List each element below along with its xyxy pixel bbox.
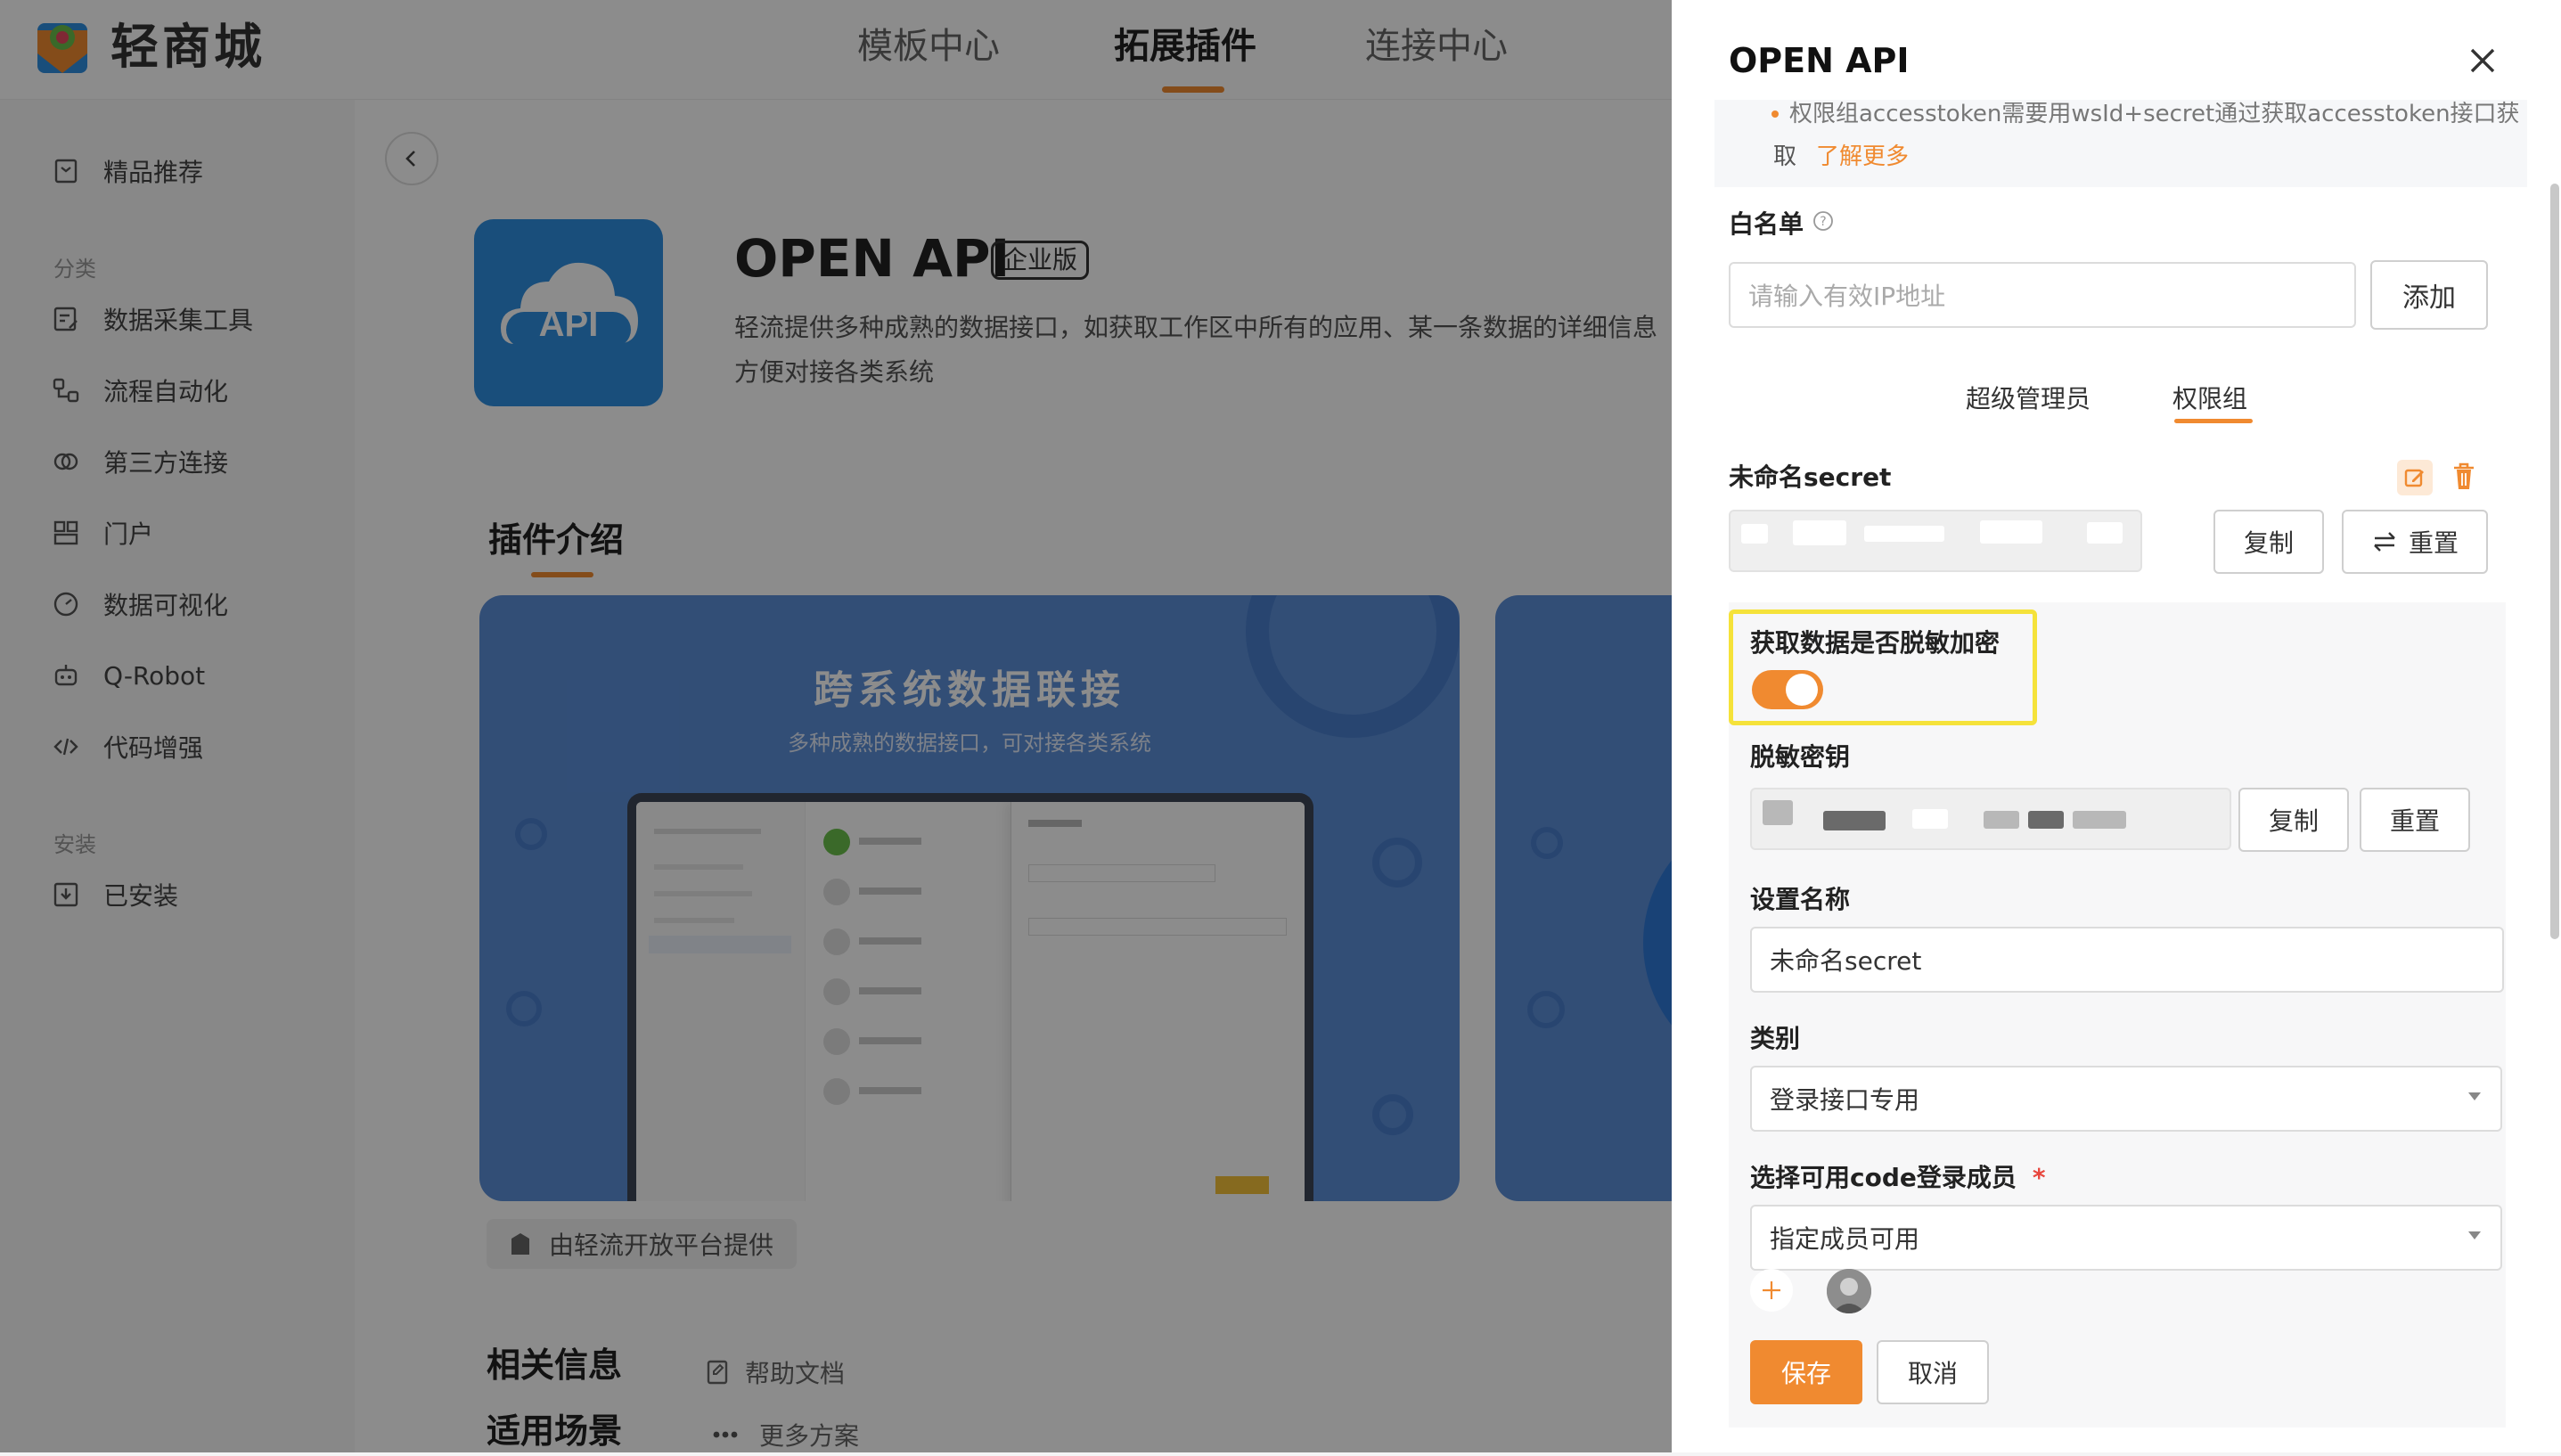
open-api-drawer: OPEN API 权限组accesstoken需要用wsId+secret通过获… (1672, 0, 2561, 1452)
secret-value-field (1729, 510, 2142, 572)
name-input[interactable]: 未命名secret (1750, 927, 2504, 993)
copy-secret-button[interactable]: 复制 (2213, 510, 2324, 574)
notice-bullet (1771, 110, 1779, 118)
copy-key-button[interactable]: 复制 (2238, 788, 2349, 852)
category-label: 类别 (1750, 1024, 1801, 1053)
dropdown-arrow-icon (2468, 1231, 2481, 1239)
dropdown-arrow-icon (2468, 1092, 2481, 1100)
members-label: 选择可用code登录成员 * (1750, 1160, 2046, 1196)
tab-permission-group[interactable]: 权限组 (2172, 380, 2247, 419)
drawer-scrollbar[interactable] (2550, 184, 2559, 939)
notice-box: 权限组accesstoken需要用wsId+secret通过获取accessto… (1714, 100, 2527, 187)
edit-icon[interactable] (2397, 460, 2433, 495)
members-value: 指定成员可用 (1770, 1224, 1920, 1254)
reset-label: 重置 (2408, 528, 2459, 558)
plus-icon (1760, 1279, 1783, 1302)
reset-key-button[interactable]: 重置 (2360, 788, 2470, 852)
toggle-knob (1786, 674, 1818, 706)
ip-address-input[interactable]: 请输入有效IP地址 (1729, 262, 2356, 328)
save-button[interactable]: 保存 (1750, 1340, 1862, 1404)
desensitize-label: 获取数据是否脱敏加密 (1750, 628, 2001, 658)
swap-icon (2371, 531, 2398, 552)
whitelist-label: 白名单 (1729, 207, 1804, 242)
trash-icon[interactable] (2451, 462, 2477, 492)
members-label-text: 选择可用code登录成员 (1750, 1163, 2017, 1192)
desensitize-key-label: 脱敏密钥 (1750, 742, 1851, 772)
modal-overlay[interactable] (0, 0, 1672, 1452)
svg-text:?: ? (1820, 215, 1826, 229)
category-select[interactable]: 登录接口专用 (1750, 1066, 2502, 1132)
members-select[interactable]: 指定成员可用 (1750, 1205, 2502, 1271)
category-value: 登录接口专用 (1770, 1085, 1920, 1115)
active-tab-indicator (2174, 419, 2253, 423)
close-button[interactable] (2458, 36, 2508, 86)
member-avatar[interactable] (1827, 1269, 1871, 1313)
reset-secret-button[interactable]: 重置 (2342, 510, 2488, 574)
notice-text-line2: 取 (1773, 143, 1797, 170)
notice-text-line1: 权限组accesstoken需要用wsId+secret通过获取accessto… (1789, 101, 2520, 127)
close-icon (2467, 45, 2498, 76)
help-circle-icon[interactable]: ? (1812, 210, 1834, 232)
drawer-title: OPEN API (1729, 41, 1910, 80)
desensitize-toggle[interactable] (1752, 670, 1823, 709)
required-mark: * (2032, 1163, 2046, 1192)
add-member-button[interactable] (1750, 1269, 1793, 1312)
set-name-label: 设置名称 (1750, 885, 1851, 914)
whitelist-label-text: 白名单 (1729, 209, 1804, 239)
add-ip-button[interactable]: 添加 (2370, 260, 2488, 330)
secret-name-label: 未命名secret (1729, 462, 1892, 492)
tab-super-admin[interactable]: 超级管理员 (1966, 380, 2091, 419)
desensitize-key-field (1750, 788, 2231, 850)
learn-more-link[interactable]: 了解更多 (1816, 139, 1909, 175)
cancel-button[interactable]: 取消 (1877, 1340, 1989, 1404)
